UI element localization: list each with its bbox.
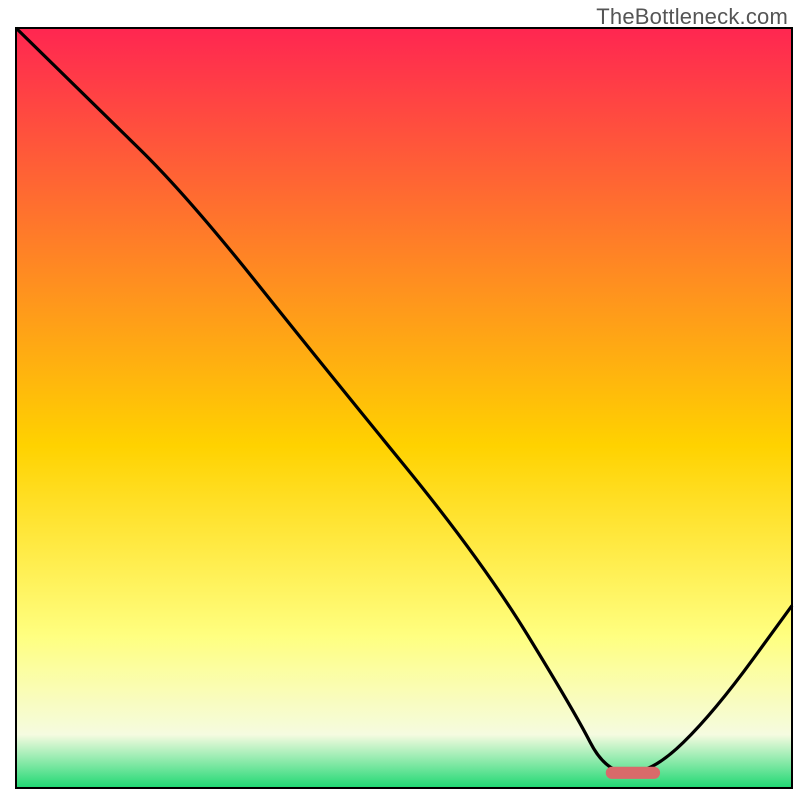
optimal-range-bar: [606, 767, 660, 779]
chart-root: TheBottleneck.com: [0, 0, 800, 800]
chart-svg: [0, 0, 800, 800]
watermark-text: TheBottleneck.com: [596, 4, 788, 30]
